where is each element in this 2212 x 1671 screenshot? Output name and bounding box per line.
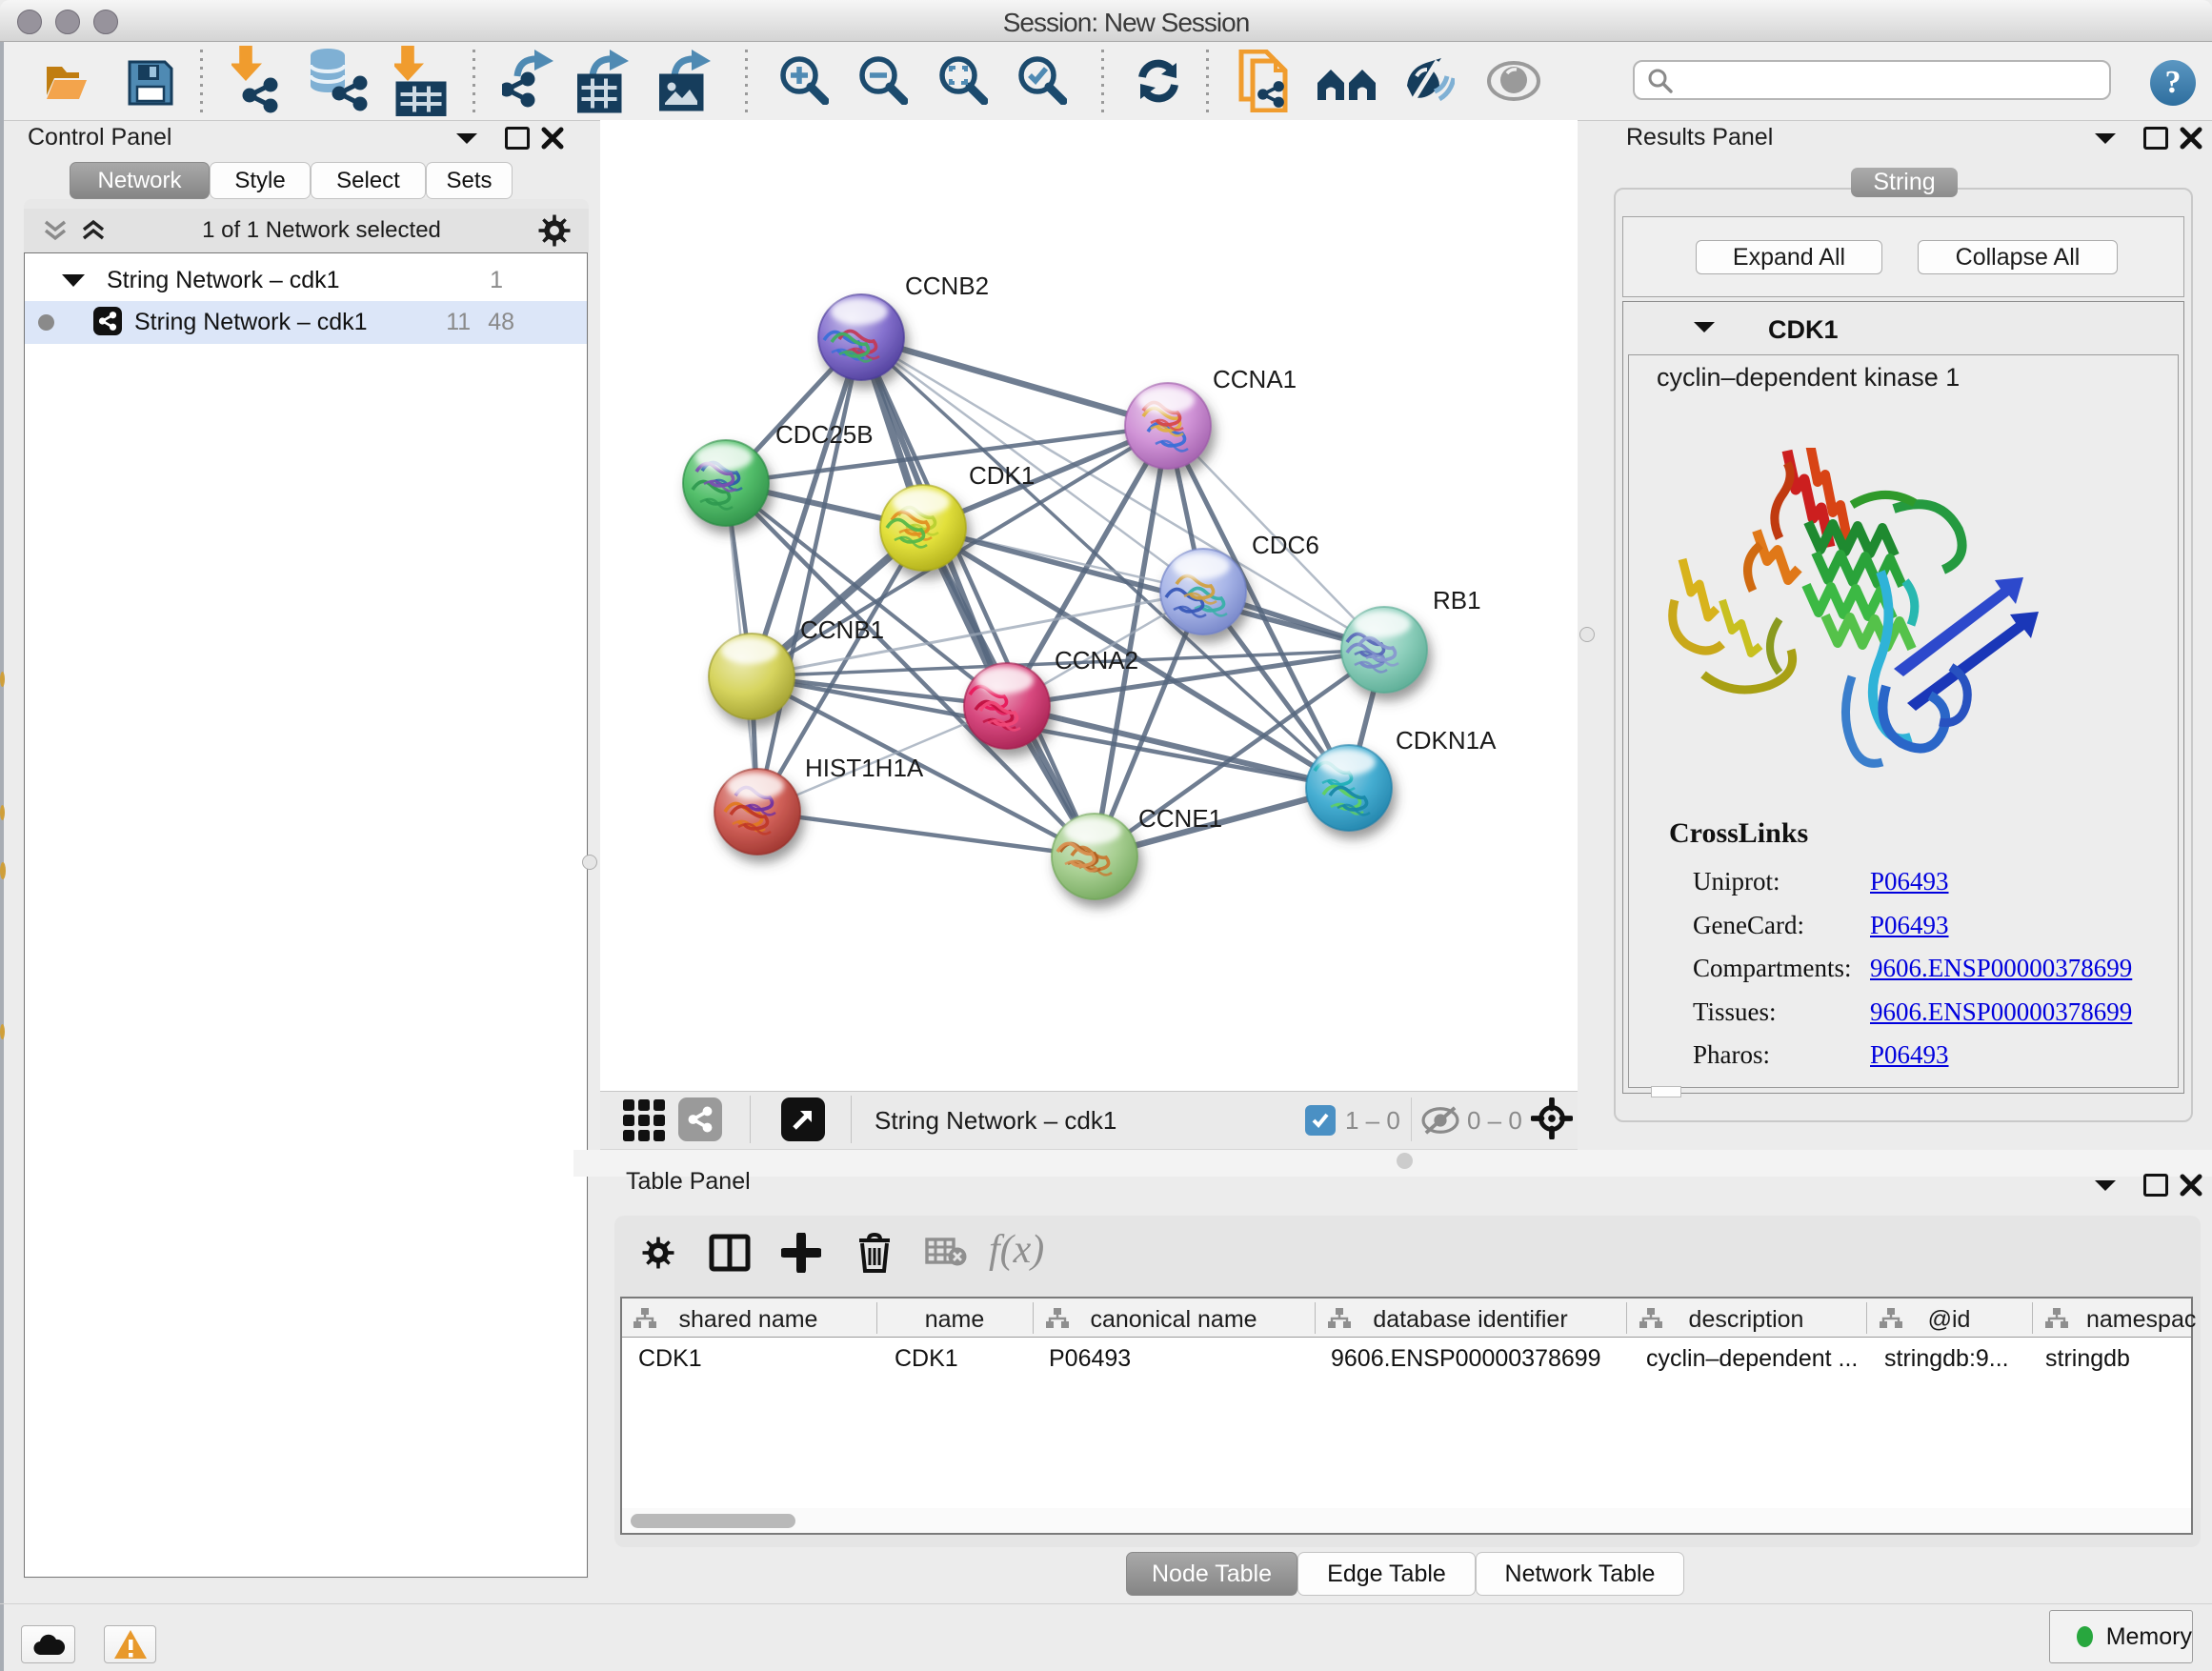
svg-text:RB1: RB1 bbox=[1433, 586, 1481, 614]
svg-text:CDC25B: CDC25B bbox=[775, 420, 874, 449]
svg-text:CCNB1: CCNB1 bbox=[800, 615, 884, 644]
svg-text:CCNE1: CCNE1 bbox=[1138, 804, 1222, 833]
svg-text:CCNB2: CCNB2 bbox=[905, 272, 989, 300]
svg-text:CDKN1A: CDKN1A bbox=[1396, 726, 1497, 755]
svg-text:CCNA2: CCNA2 bbox=[1055, 646, 1138, 674]
svg-text:CCNA1: CCNA1 bbox=[1213, 365, 1297, 393]
svg-text:HIST1H1A: HIST1H1A bbox=[805, 754, 924, 782]
svg-text:CDK1: CDK1 bbox=[969, 461, 1035, 490]
svg-text:CDC6: CDC6 bbox=[1252, 531, 1319, 559]
